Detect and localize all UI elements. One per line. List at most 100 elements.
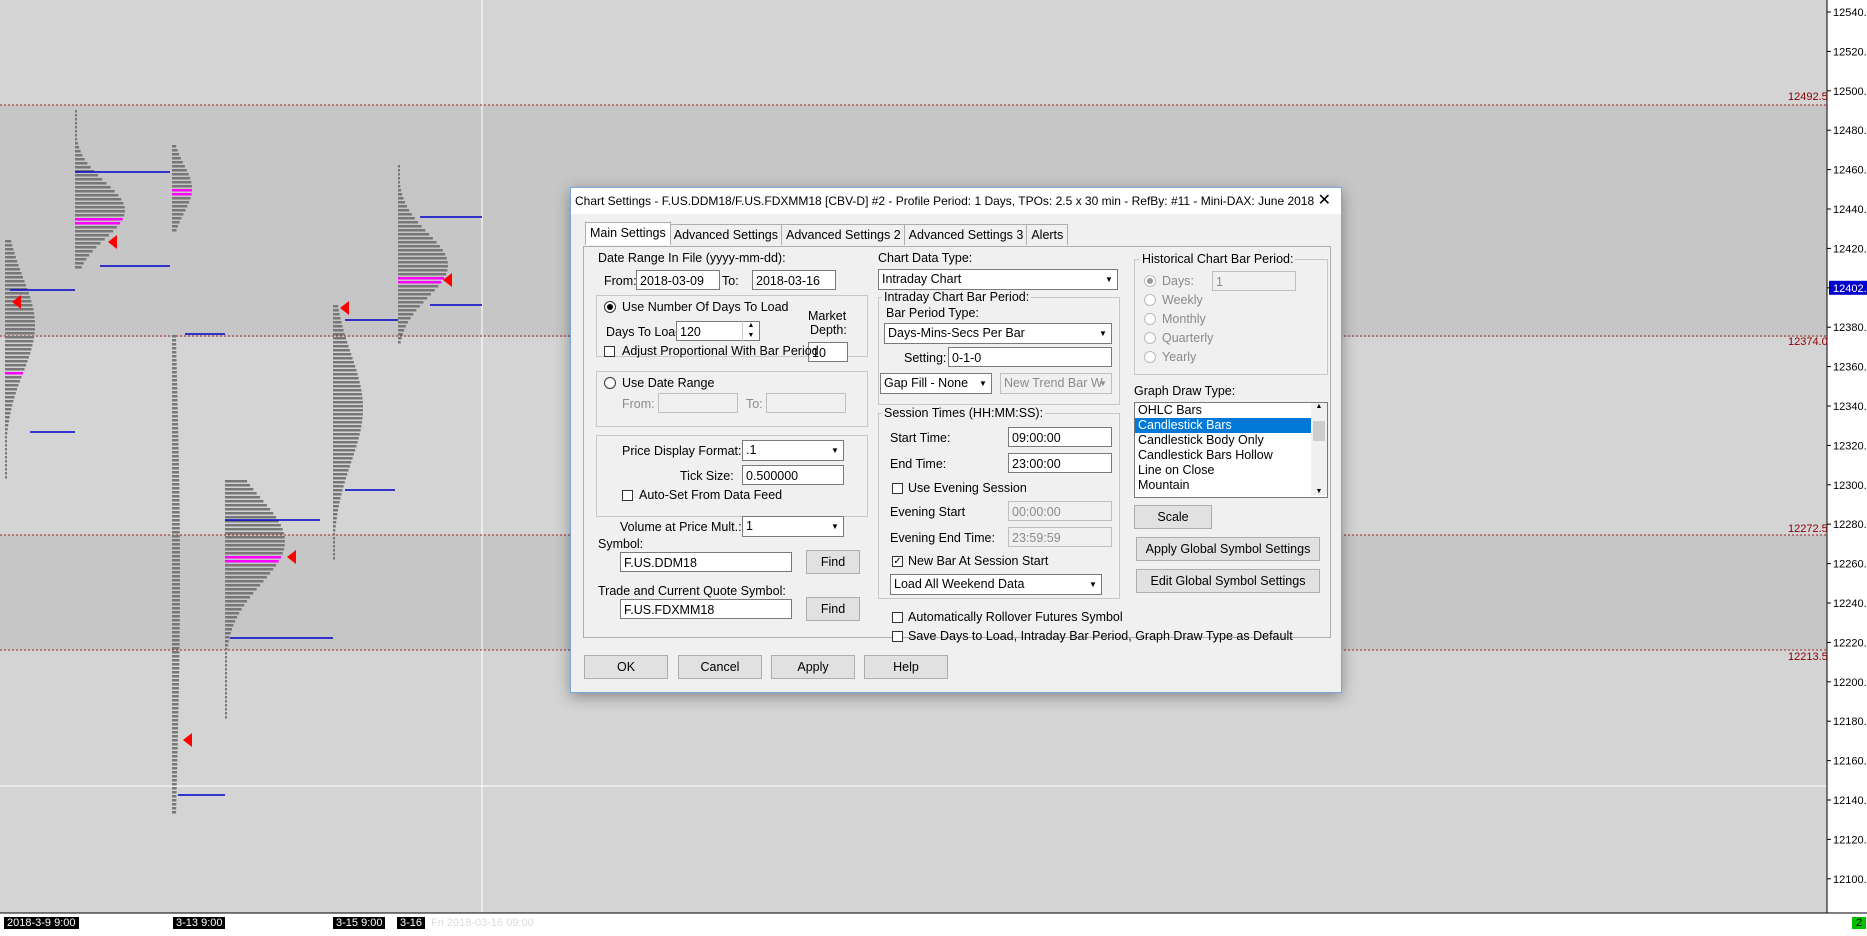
list-item[interactable]: Candlestick Bars (1135, 418, 1327, 433)
trade-symbol-field[interactable]: F.US.FDXMM18 (620, 599, 792, 619)
date-from-field[interactable]: 2018-03-09 (636, 270, 720, 290)
tpo-row (75, 110, 77, 113)
adjust-proportional-checkbox[interactable] (604, 346, 615, 357)
evening-start-field[interactable]: 00:00:00 (1008, 501, 1112, 521)
historical-quarterly-radio[interactable] (1144, 332, 1156, 344)
tpo-row (172, 399, 178, 402)
historical-weekly-label: Weekly (1162, 293, 1203, 307)
edit-global-symbol-button[interactable]: Edit Global Symbol Settings (1136, 569, 1320, 593)
bar-period-setting-field[interactable]: 0-1-0 (948, 347, 1112, 367)
range-to-field[interactable] (766, 393, 846, 413)
historical-yearly-radio[interactable] (1144, 351, 1156, 363)
tpo-row (172, 807, 177, 810)
apply-button[interactable]: Apply (771, 655, 855, 679)
tpo-row (172, 375, 177, 378)
volume-mult-select[interactable]: 1 ▼ (742, 516, 844, 537)
tpo-row (5, 396, 15, 399)
date-to-field[interactable]: 2018-03-16 (752, 270, 836, 290)
apply-global-symbol-button[interactable]: Apply Global Symbol Settings (1136, 537, 1320, 561)
tab-main-settings[interactable]: Main Settings (585, 222, 671, 245)
ok-button[interactable]: OK (584, 655, 668, 679)
save-default-checkbox[interactable] (892, 631, 903, 642)
tpo-row (225, 708, 227, 711)
list-item[interactable]: OHLC Bars (1135, 403, 1327, 418)
tpo-row (398, 309, 417, 312)
tpo-row (398, 313, 414, 316)
start-time-field[interactable]: 09:00:00 (1008, 427, 1112, 447)
chevron-up-icon[interactable]: ▲ (1311, 403, 1327, 410)
listbox-scrollbar[interactable]: ▲ ▼ (1311, 403, 1327, 495)
days-spinner[interactable]: ▲ ▼ (742, 321, 759, 341)
cancel-button[interactable]: Cancel (678, 655, 762, 679)
tpo-row (75, 266, 82, 269)
weekend-data-select[interactable]: Load All Weekend Data ▼ (890, 574, 1102, 595)
range-from-field[interactable] (658, 393, 738, 413)
historical-days-radio[interactable] (1144, 275, 1156, 287)
use-date-range-radio[interactable] (604, 377, 616, 389)
tpo-row (5, 404, 13, 407)
price-tick-label: 12460.0 (1833, 165, 1867, 177)
chevron-down-icon: ▼ (831, 522, 839, 531)
tpo-row (5, 416, 10, 419)
help-button[interactable]: Help (864, 655, 948, 679)
tpo-row (5, 460, 7, 463)
tpo-row (5, 456, 7, 459)
tpo-row (333, 525, 336, 528)
scale-button[interactable]: Scale (1134, 505, 1212, 529)
tpo-row (333, 513, 338, 516)
tpo-row (5, 448, 7, 451)
tpo-row (225, 580, 264, 583)
tpo-row (172, 153, 180, 156)
tpo-row (172, 775, 177, 778)
tpo-row (398, 221, 419, 224)
tab-advanced-settings-2[interactable]: Advanced Settings 2 (780, 224, 906, 245)
list-item[interactable]: Mountain (1135, 478, 1327, 493)
evening-end-field[interactable]: 23:59:59 (1008, 527, 1112, 547)
symbol-find-button[interactable]: Find (806, 550, 860, 574)
tpo-row (75, 166, 91, 169)
tpo-row (172, 519, 180, 522)
tpo-row (225, 640, 229, 643)
list-item[interactable]: Line on Close (1135, 463, 1327, 478)
chart-data-type-select[interactable]: Intraday Chart ▼ (878, 269, 1118, 290)
historical-weekly-radio[interactable] (1144, 294, 1156, 306)
tick-size-field[interactable]: 0.500000 (742, 465, 844, 485)
tpo-row (333, 325, 343, 328)
use-days-radio[interactable] (604, 301, 616, 313)
new-bar-session-checkbox[interactable]: ✓ (892, 556, 903, 567)
rollover-checkbox[interactable] (892, 612, 903, 623)
close-icon[interactable]: ✕ (1318, 188, 1331, 214)
trade-symbol-find-button[interactable]: Find (806, 597, 860, 621)
price-format-select[interactable]: .1 ▼ (742, 440, 844, 461)
tab-advanced-settings[interactable]: Advanced Settings (668, 224, 783, 245)
dialog-title: Chart Settings - F.US.DDM18/F.US.FDXMM18… (571, 188, 1341, 214)
symbol-field[interactable]: F.US.DDM18 (620, 552, 792, 572)
tpo-row (172, 447, 179, 450)
chevron-down-icon[interactable]: ▼ (1311, 488, 1327, 495)
tpo-row (172, 467, 179, 470)
end-time-field[interactable]: 23:00:00 (1008, 453, 1112, 473)
new-trend-bar-select[interactable]: New Trend Bar W ▼ (1000, 373, 1112, 394)
historical-monthly-radio[interactable] (1144, 313, 1156, 325)
gap-fill-select[interactable]: Gap Fill - None ▼ (880, 373, 992, 394)
bar-period-type-select[interactable]: Days-Mins-Secs Per Bar ▼ (884, 323, 1112, 344)
tpo-row (398, 233, 430, 236)
tpo-row (75, 202, 124, 205)
tpo-row (75, 138, 78, 141)
tab-advanced-settings-3[interactable]: Advanced Settings 3 (903, 224, 1029, 245)
autoset-checkbox[interactable] (622, 490, 633, 501)
tpo-row (398, 277, 444, 280)
tab-alerts[interactable]: Alerts (1026, 224, 1069, 245)
level-label-1: 12492.5 (1788, 91, 1828, 103)
scroll-thumb[interactable] (1313, 421, 1325, 441)
list-item[interactable]: Candlestick Bars Hollow (1135, 448, 1327, 463)
tpo-row (172, 387, 178, 390)
tpo-row (172, 559, 180, 562)
graph-draw-type-listbox[interactable]: OHLC Bars Candlestick Bars Candlestick B… (1134, 402, 1328, 498)
list-item[interactable]: Candlestick Body Only (1135, 433, 1327, 448)
historical-days-field[interactable]: 1 (1212, 271, 1296, 291)
tpo-row (172, 491, 180, 494)
use-evening-session-checkbox[interactable] (892, 483, 903, 494)
tpo-row (398, 273, 447, 276)
tpo-row (172, 423, 179, 426)
